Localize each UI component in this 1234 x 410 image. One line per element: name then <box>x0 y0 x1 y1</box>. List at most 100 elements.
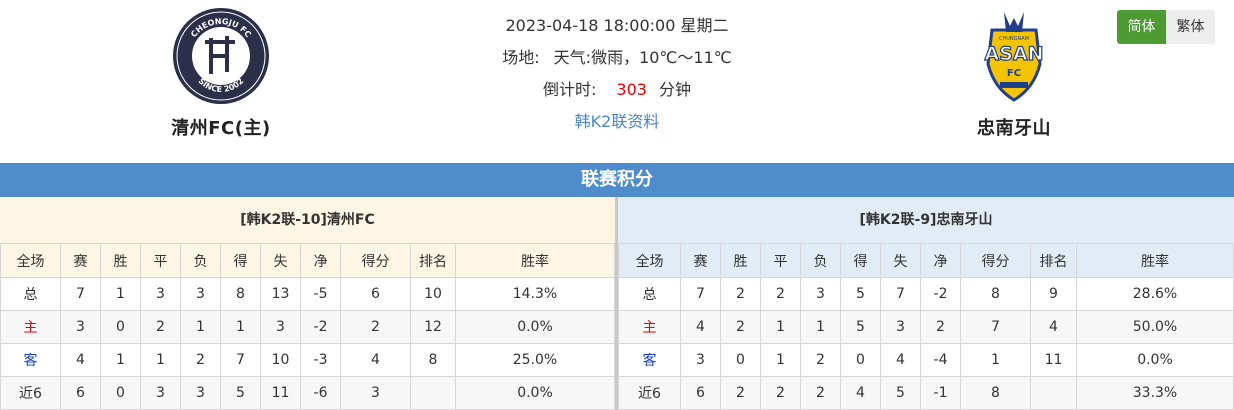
table-cell: 0 <box>720 343 761 377</box>
table-cell: 0.0% <box>455 310 615 344</box>
table-row: 客 4 1 1 2 7 10 -3 4 8 25.0% <box>0 343 615 377</box>
column-header: 得分 <box>340 243 411 278</box>
table-cell: 13 <box>260 277 301 311</box>
column-header: 平 <box>760 243 801 278</box>
table-cell: -2 <box>920 277 961 311</box>
row-label: 总 <box>618 277 681 311</box>
table-cell: 2 <box>760 277 801 311</box>
svg-text:ASAN: ASAN <box>985 43 1044 65</box>
column-header: 平 <box>140 243 181 278</box>
column-header: 得 <box>220 243 261 278</box>
home-standings-panel: [韩K2联-10]清州FC 全场 赛 胜 平 负 得 失 净 得分 排名 胜率 … <box>0 197 615 410</box>
table-row: 主 4 2 1 1 5 3 2 7 4 50.0% <box>618 310 1234 344</box>
countdown-label: 倒计时: <box>543 80 597 99</box>
league-info-link[interactable]: 韩K2联资料 <box>575 112 660 131</box>
venue-label: 场地: <box>502 48 540 67</box>
table-cell: 10 <box>260 343 301 377</box>
home-team: CHEONGJU FC SINCE 2002 清州FC(主) <box>121 6 321 140</box>
svg-text:CHUNGNAM: CHUNGNAM <box>999 36 1029 42</box>
table-cell: 1 <box>960 343 1031 377</box>
table-row: 客 3 0 1 2 0 4 -4 1 11 0.0% <box>618 343 1234 377</box>
match-info: 2023-04-18 18:00:00 星期二 场地: 天气:微雨，10℃～11℃… <box>417 14 817 142</box>
table-row: 主 3 0 2 1 1 3 -2 2 12 0.0% <box>0 310 615 344</box>
away-standings-title: [韩K2联-9]忠南牙山 <box>618 197 1234 243</box>
table-cell: 12 <box>410 310 456 344</box>
table-cell: 50.0% <box>1076 310 1234 344</box>
match-venue-weather: 场地: 天气:微雨，10℃～11℃ <box>417 46 817 78</box>
column-header: 失 <box>880 243 921 278</box>
table-cell: 3 <box>800 277 841 311</box>
table-cell: 0 <box>840 343 881 377</box>
countdown-value: 303 <box>616 80 647 99</box>
away-team: CHUNGNAM ASAN FC 忠南牙山 <box>914 6 1114 140</box>
away-team-name[interactable]: 忠南牙山 <box>914 114 1114 140</box>
match-countdown: 倒计时: 303 分钟 <box>417 78 817 110</box>
table-cell: 2 <box>340 310 411 344</box>
weather-label: 天气: <box>553 48 592 67</box>
column-header: 负 <box>800 243 841 278</box>
table-cell: 8 <box>960 376 1031 410</box>
table-cell: 2 <box>720 376 761 410</box>
table-cell: 8 <box>960 277 1031 311</box>
simplified-chinese-button[interactable]: 简体 <box>1117 10 1166 44</box>
table-row: 近6 6 2 2 2 4 5 -1 8 33.3% <box>618 376 1234 410</box>
table-cell: -6 <box>300 376 341 410</box>
column-header: 胜率 <box>1076 243 1234 278</box>
table-cell: 7 <box>960 310 1031 344</box>
table-cell: 2 <box>720 277 761 311</box>
column-header: 全场 <box>0 243 61 278</box>
table-cell: 28.6% <box>1076 277 1234 311</box>
table-cell: 0 <box>100 310 141 344</box>
row-label: 客 <box>0 343 61 377</box>
table-cell: 4 <box>1030 310 1077 344</box>
table-cell: 1 <box>140 343 181 377</box>
column-header: 胜率 <box>455 243 615 278</box>
traditional-chinese-button[interactable]: 繁体 <box>1166 10 1215 44</box>
column-header: 排名 <box>410 243 456 278</box>
table-cell: 1 <box>800 310 841 344</box>
table-cell: 11 <box>1030 343 1077 377</box>
table-cell: 3 <box>260 310 301 344</box>
table-cell: 0.0% <box>1076 343 1234 377</box>
column-header: 排名 <box>1030 243 1077 278</box>
table-cell: 8 <box>410 343 456 377</box>
column-header: 负 <box>180 243 221 278</box>
table-cell: 11 <box>260 376 301 410</box>
table-cell: 0 <box>100 376 141 410</box>
table-cell: 9 <box>1030 277 1077 311</box>
table-cell: 1 <box>220 310 261 344</box>
table-cell: 2 <box>760 376 801 410</box>
table-cell: 3 <box>180 376 221 410</box>
row-label: 客 <box>618 343 681 377</box>
table-cell: 3 <box>140 376 181 410</box>
table-cell: 3 <box>340 376 411 410</box>
table-cell: 6 <box>680 376 721 410</box>
table-cell: 2 <box>800 343 841 377</box>
table-cell: 4 <box>60 343 101 377</box>
table-cell: 5 <box>220 376 261 410</box>
weather-value: 微雨，10℃～11℃ <box>591 48 732 67</box>
table-cell: -3 <box>300 343 341 377</box>
table-cell: 4 <box>880 343 921 377</box>
table-cell: 4 <box>340 343 411 377</box>
chungnam-asan-logo-icon: CHUNGNAM ASAN FC <box>984 12 1044 102</box>
table-cell: 25.0% <box>455 343 615 377</box>
column-header: 净 <box>300 243 341 278</box>
row-label: 主 <box>0 310 61 344</box>
table-header-row: 全场 赛 胜 平 负 得 失 净 得分 排名 胜率 <box>0 243 615 278</box>
column-header: 赛 <box>60 243 101 278</box>
table-cell: 5 <box>880 376 921 410</box>
table-cell: 3 <box>880 310 921 344</box>
table-cell: 4 <box>680 310 721 344</box>
table-cell: -2 <box>300 310 341 344</box>
column-header: 胜 <box>720 243 761 278</box>
cheongju-fc-logo-icon: CHEONGJU FC SINCE 2002 <box>173 8 269 104</box>
table-cell: -4 <box>920 343 961 377</box>
row-label: 总 <box>0 277 61 311</box>
home-team-name[interactable]: 清州FC(主) <box>121 114 321 140</box>
table-cell: 3 <box>140 277 181 311</box>
standings-section-title: 联赛积分 <box>0 163 1234 197</box>
table-cell: 7 <box>680 277 721 311</box>
table-cell: 4 <box>840 376 881 410</box>
table-cell: 5 <box>840 277 881 311</box>
